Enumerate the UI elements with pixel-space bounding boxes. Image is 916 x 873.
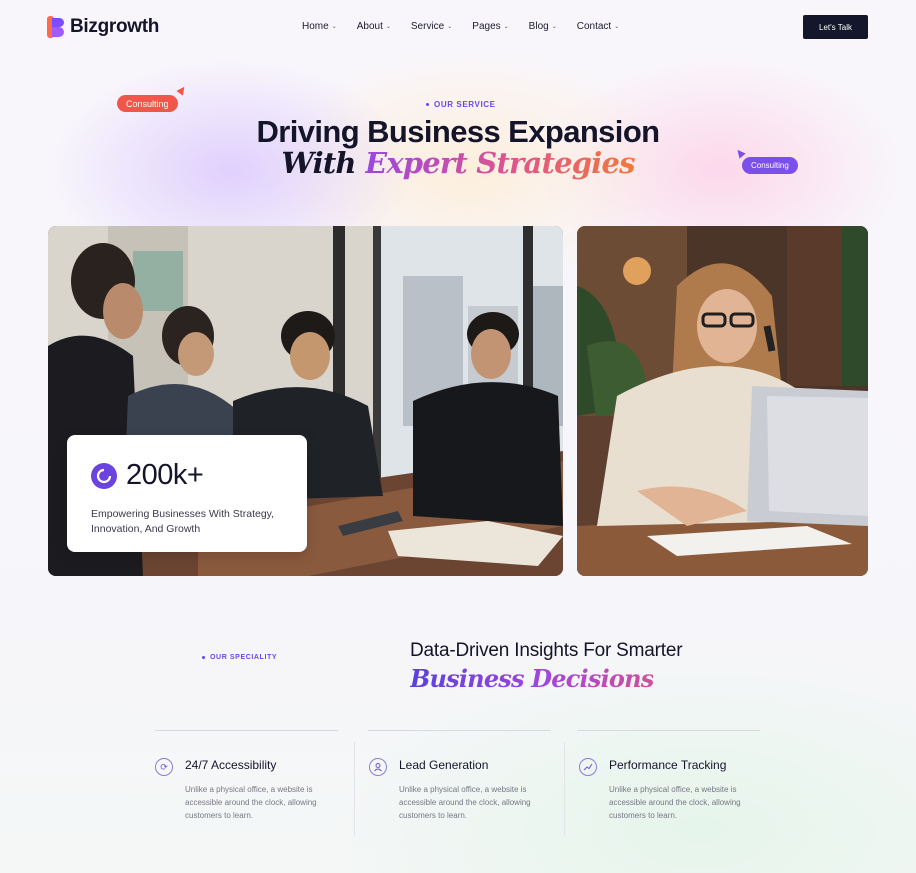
feature-title: 24/7 Accessibility [185, 758, 277, 772]
consulting-tag-left: Consulting [117, 95, 178, 112]
chevron-down-icon: ⌄ [614, 24, 620, 30]
divider [354, 742, 355, 836]
stat-card: 200k+ Empowering Businesses With Strateg… [67, 435, 307, 552]
chevron-down-icon: ⌄ [385, 24, 391, 30]
nav-item-contact[interactable]: Contact ⌄ [577, 21, 620, 32]
nav-label: Home [302, 21, 329, 32]
hero-eyebrow: OUR SERVICE [426, 100, 496, 109]
hero-title-accent: Expert Strategies [365, 146, 635, 180]
nav-label: Pages [472, 21, 501, 32]
refresh-icon: ⟳ [155, 758, 173, 776]
nav-item-pages[interactable]: Pages ⌄ [472, 21, 508, 32]
chevron-down-icon: ⌄ [331, 24, 337, 30]
nav-item-about[interactable]: About ⌄ [357, 21, 391, 32]
stat-value: 200k+ [126, 459, 204, 491]
divider [564, 742, 565, 836]
nav-label: Contact [576, 21, 612, 32]
speciality-title-line1: Data-Driven Insights For Smarter [410, 640, 683, 661]
feature-title: Lead Generation [399, 758, 489, 772]
nav-label: Service [410, 21, 445, 32]
hero-title-plain: With [281, 146, 356, 180]
feature-description: Unlike a physical office, a website is a… [609, 785, 741, 820]
nav-item-service[interactable]: Service ⌄ [411, 21, 452, 32]
brand-logo[interactable]: Bizgrowth [47, 16, 159, 38]
brand-name: Bizgrowth [70, 16, 160, 37]
chevron-down-icon: ⌄ [447, 24, 453, 30]
feature-description: Unlike a physical office, a website is a… [399, 785, 531, 820]
speciality-title-line2: Business Decisions [410, 664, 654, 693]
brand-mark-icon [47, 16, 64, 38]
nav-label: Blog [528, 21, 549, 32]
nav-item-blog[interactable]: Blog ⌄ [529, 21, 557, 32]
divider [155, 730, 338, 731]
eyebrow-label: OUR SERVICE [434, 100, 496, 109]
chart-icon [579, 758, 597, 776]
feature-title: Performance Tracking [609, 758, 727, 772]
chevron-down-icon: ⌄ [503, 24, 509, 30]
consulting-tag-right: Consulting [742, 157, 798, 174]
divider [368, 730, 551, 731]
cursor-pointer-icon [176, 84, 188, 96]
nav-label: About [356, 21, 383, 32]
eyebrow-label: OUR SPECIALITY [210, 654, 278, 661]
divider [577, 730, 760, 731]
nav-item-home[interactable]: Home ⌄ [302, 21, 337, 32]
speciality-eyebrow: OUR SPECIALITY [202, 654, 277, 661]
main-nav: Home ⌄ About ⌄ Service ⌄ Pages ⌄ Blog ⌄ Conta… [302, 21, 639, 32]
lets-talk-button[interactable]: Let's Talk [803, 15, 868, 39]
hero-title-line1: Driving Business Expansion [256, 114, 660, 149]
feature-description: Unlike a physical office, a website is a… [185, 785, 317, 820]
user-icon [369, 758, 387, 776]
chevron-down-icon: ⌄ [551, 24, 557, 30]
growth-badge-icon [91, 463, 117, 489]
stat-description: Empowering Businesses With Strategy, Inn… [91, 508, 275, 535]
consultant-phone-photo [577, 226, 868, 576]
